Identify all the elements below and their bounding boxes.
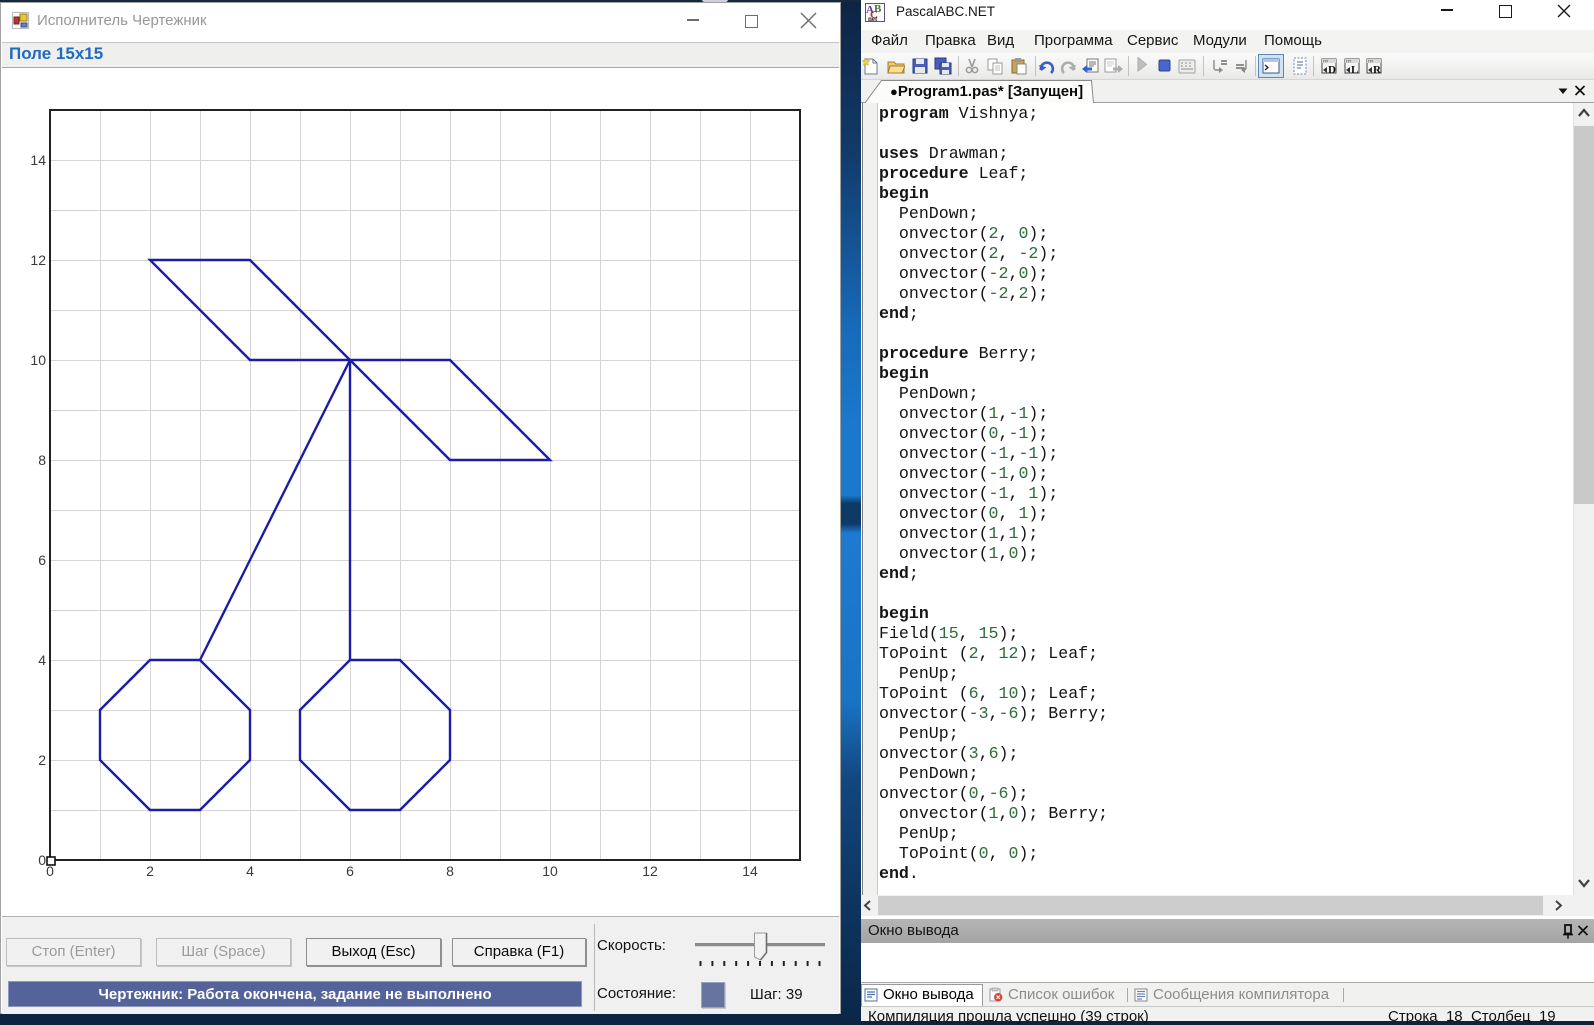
svg-text:ПТ: ПТ [1368, 58, 1374, 63]
svg-text:net: net [868, 15, 878, 22]
svg-text:D: D [1328, 64, 1336, 76]
svg-text:L: L [1351, 64, 1358, 76]
svg-text:ПТ: ПТ [1323, 58, 1329, 63]
svg-text:ПТ: ПТ [1346, 58, 1352, 63]
svg-text:R: R [1373, 64, 1382, 76]
